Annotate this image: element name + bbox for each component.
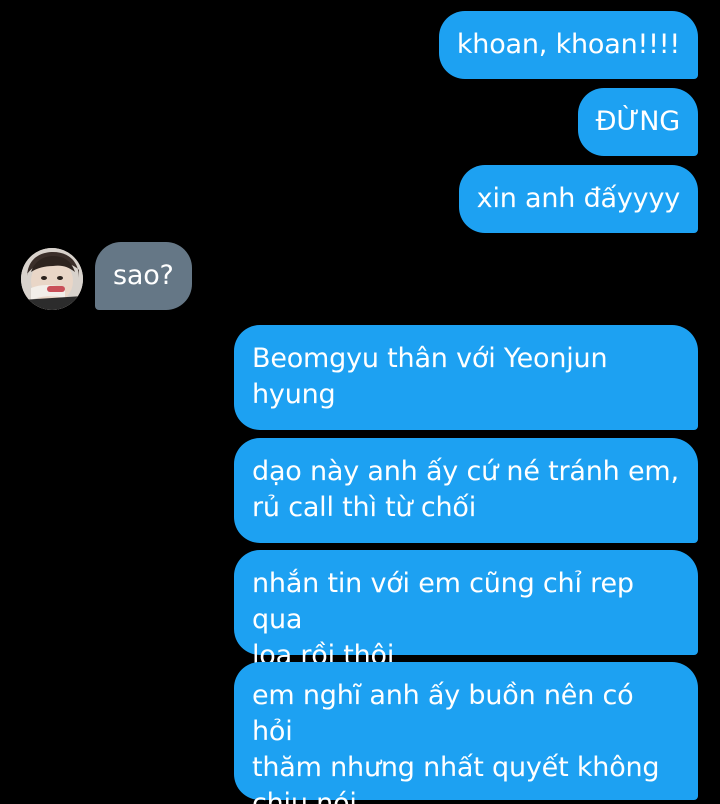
message-bubble-outgoing[interactable]: ĐỪNG: [577, 88, 698, 156]
message-bubble-outgoing[interactable]: Beomgyu thân với Yeonjun hyung: [234, 325, 698, 430]
dm-conversation: khoan, khoan!!!! ĐỪNG xin anh đấyyyy sao…: [0, 0, 720, 804]
message-bubble-outgoing[interactable]: dạo này anh ấy cứ né tránh em, rủ call t…: [234, 438, 698, 543]
message-bubble-outgoing[interactable]: nhắn tin với em cũng chỉ rep qua loa rồi…: [234, 550, 698, 671]
message-bubble-incoming[interactable]: sao?: [95, 242, 192, 310]
message-bubble-outgoing[interactable]: khoan, khoan!!!!: [438, 11, 698, 79]
message-bubble-outgoing[interactable]: em nghĩ anh ấy buồn nên có hỏi thăm nhưn…: [234, 662, 698, 804]
user-avatar[interactable]: [21, 248, 83, 310]
avatar-photo-icon: [21, 248, 83, 310]
message-bubble-outgoing[interactable]: xin anh đấyyyy: [458, 165, 698, 233]
